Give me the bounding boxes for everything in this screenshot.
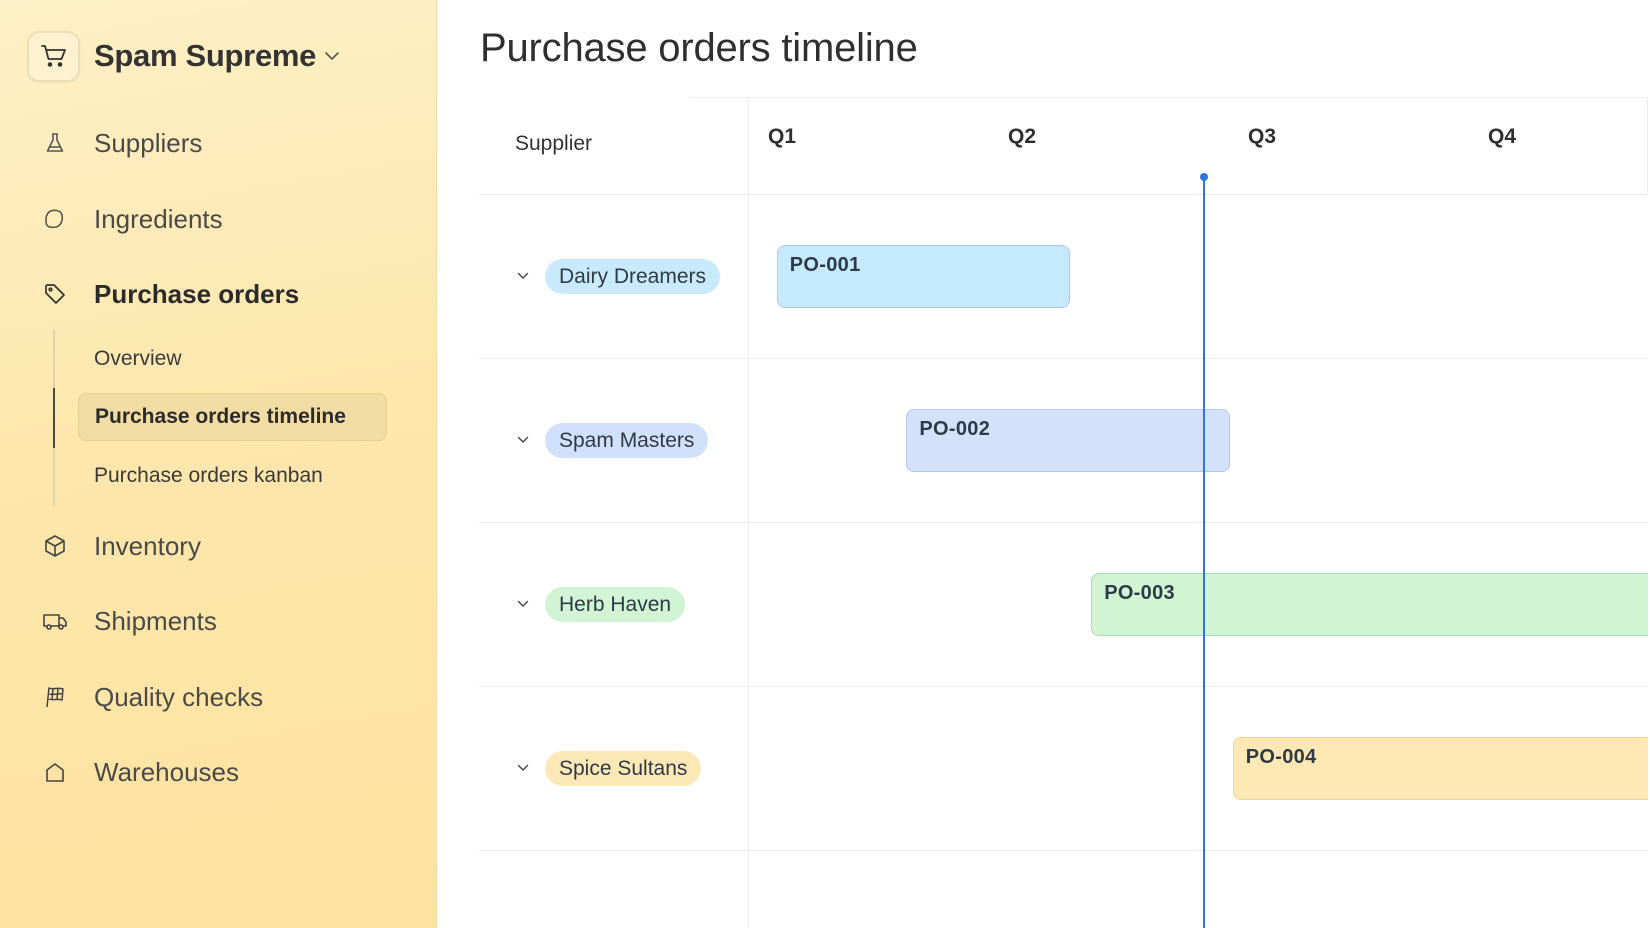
row-divider [479, 522, 1648, 523]
chevron-down-icon[interactable] [515, 432, 531, 448]
header-bottom-border [479, 194, 1648, 195]
row-divider [479, 686, 1648, 687]
timeline-chart: Supplier Q1 Q2 Q3 Q4 Dairy Dreamers PO-001 Spa… [0, 0, 1650, 928]
purchase-order-id: PO-003 [1104, 582, 1175, 604]
purchase-order-bar[interactable]: PO-004 [1232, 737, 1648, 800]
today-marker-line [1203, 176, 1205, 928]
purchase-order-bar[interactable]: PO-003 [1091, 573, 1648, 636]
chevron-down-icon[interactable] [515, 596, 531, 612]
purchase-order-id: PO-004 [1245, 746, 1317, 768]
chevron-down-icon[interactable] [515, 760, 531, 776]
quarter-label-q4: Q4 [1488, 125, 1517, 148]
supplier-tag: Spam Masters [545, 423, 709, 458]
quarter-label-q1: Q1 [768, 125, 797, 148]
purchase-order-bar[interactable]: PO-001 [776, 245, 1070, 308]
row-divider [479, 850, 1648, 851]
purchase-order-id: PO-001 [789, 254, 861, 276]
purchase-order-bar[interactable]: PO-002 [906, 409, 1231, 472]
supplier-tag: Dairy Dreamers [545, 259, 721, 294]
today-marker-dot [1200, 173, 1208, 181]
supplier-column-header: Supplier [515, 132, 593, 155]
chevron-down-icon[interactable] [515, 268, 531, 284]
header-right-border [1647, 97, 1648, 194]
quarter-label-q2: Q2 [1008, 125, 1037, 148]
supplier-tag: Herb Haven [545, 587, 686, 622]
purchase-order-id: PO-002 [919, 418, 991, 440]
row-divider [479, 358, 1648, 359]
header-top-border [689, 97, 1648, 98]
supplier-tag: Spice Sultans [545, 751, 702, 786]
supplier-column-divider [748, 97, 749, 928]
quarter-label-q3: Q3 [1248, 125, 1277, 148]
